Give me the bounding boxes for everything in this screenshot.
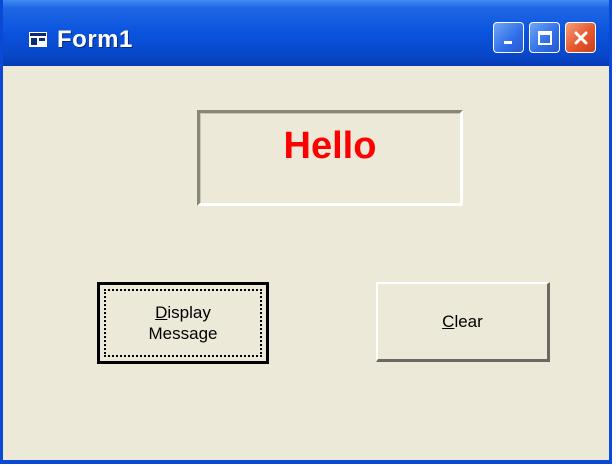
close-button[interactable] bbox=[565, 22, 596, 53]
display-message-button[interactable]: Display Message bbox=[97, 282, 269, 364]
display-message-button-label: Display Message bbox=[148, 303, 218, 343]
window-title: Form1 bbox=[57, 26, 133, 53]
close-icon bbox=[574, 31, 587, 44]
maximize-button[interactable] bbox=[529, 22, 560, 53]
minimize-icon bbox=[503, 40, 512, 44]
maximize-icon bbox=[537, 30, 552, 45]
title-bar[interactable]: Form1 bbox=[3, 0, 609, 66]
message-label-box: Hello bbox=[197, 110, 463, 206]
form-client-area: Hello Display Message Clear bbox=[3, 66, 609, 460]
message-label: Hello bbox=[283, 125, 377, 167]
form-app-icon[interactable] bbox=[29, 32, 47, 47]
form1-window: Form1 Hello Display Message Clear bbox=[0, 0, 612, 464]
clear-button[interactable]: Clear bbox=[376, 282, 550, 362]
minimize-button[interactable] bbox=[493, 22, 524, 53]
clear-button-label: Clear bbox=[442, 312, 483, 331]
